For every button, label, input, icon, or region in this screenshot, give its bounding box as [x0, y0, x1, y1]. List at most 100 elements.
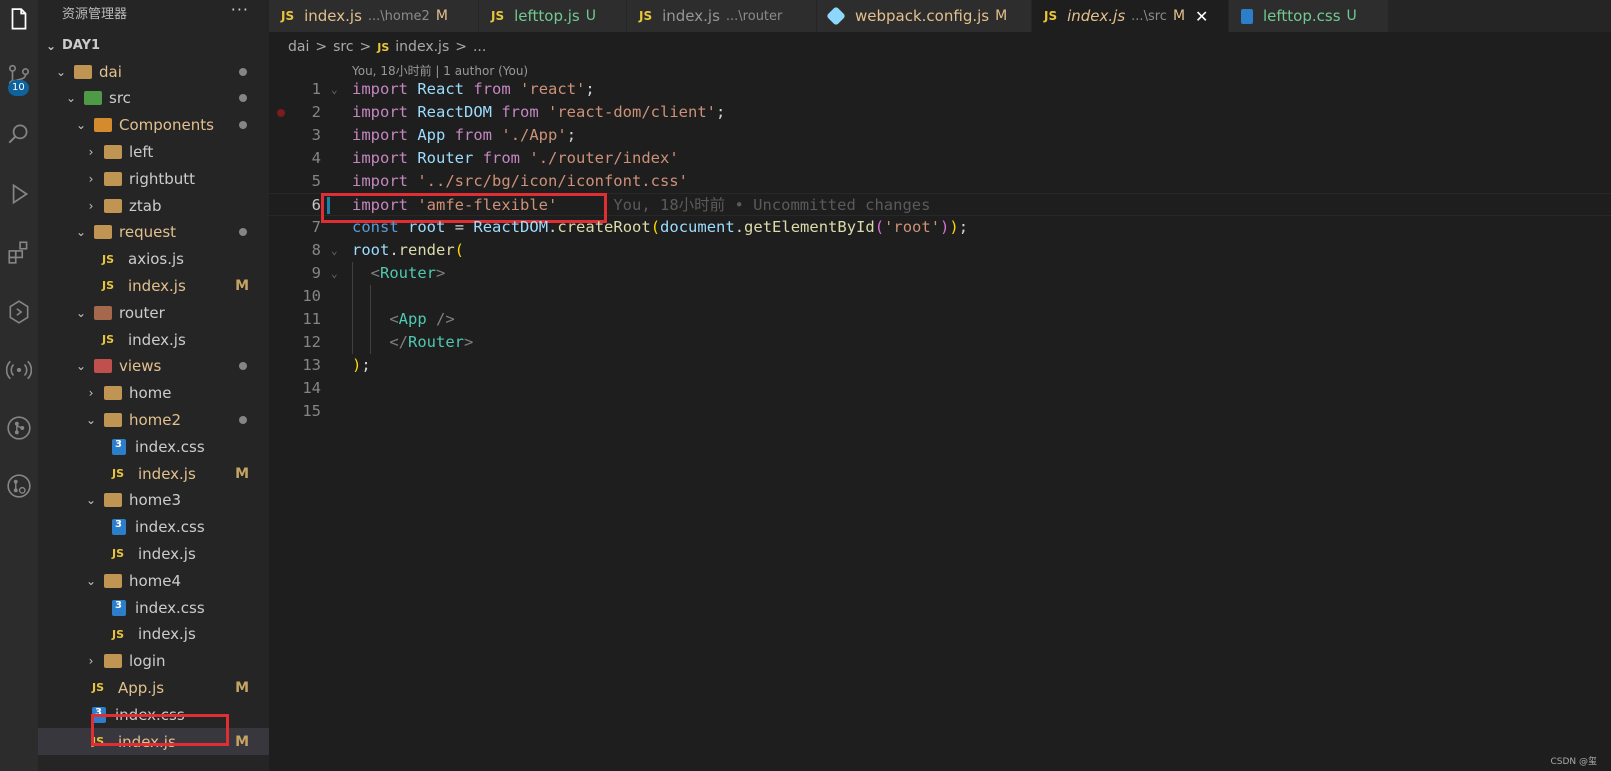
js-file-icon: JS [112, 467, 125, 480]
folder-item[interactable]: ⌄ home4 [38, 567, 269, 594]
workspace-root[interactable]: ⌄ DAY1 [38, 32, 269, 59]
fold-chevron-icon[interactable]: ⌄ [331, 262, 338, 285]
tree-item-label: index.css [135, 518, 205, 537]
gitlens-icon[interactable] [0, 466, 38, 506]
editor-tab[interactable]: lefttop.css U [1229, 0, 1389, 32]
editor-tab[interactable]: JS index.js ...\home2 M [269, 0, 479, 32]
breadcrumb-src[interactable]: src [333, 39, 353, 55]
folder-item[interactable]: › left [38, 138, 269, 165]
folder-item[interactable]: ⌄ router [38, 299, 269, 326]
tree-item-label: login [129, 652, 166, 671]
tab-label: index.js [662, 7, 720, 25]
file-item[interactable]: JS index.js [38, 621, 269, 648]
fold-chevron-icon[interactable]: ⌄ [331, 78, 338, 101]
folder-item[interactable]: › login [38, 648, 269, 675]
close-icon[interactable]: ✕ [1195, 7, 1208, 26]
tree-item-label: index.js [138, 464, 196, 483]
breadcrumb-sep: > [455, 39, 467, 55]
chevron-down-icon: ⌄ [75, 359, 87, 374]
js-file-icon: JS [112, 547, 125, 561]
chevron-down-icon: ⌄ [85, 493, 97, 508]
css-file-icon [112, 599, 126, 616]
modified-dot-icon [239, 67, 247, 76]
line-number: 12 [302, 333, 321, 351]
git-status-badge: M [235, 277, 249, 294]
editor-tab[interactable]: JS index.js ...\src M ✕ [1032, 0, 1229, 32]
modified-dot-icon [239, 121, 247, 130]
fold-chevron-icon[interactable]: ⌄ [331, 239, 338, 262]
run-debug-icon[interactable] [0, 174, 38, 214]
breadcrumb-sep: > [315, 39, 328, 55]
tab-label: webpack.config.js [855, 7, 990, 25]
explorer-icon[interactable] [0, 0, 38, 40]
folder-icon [104, 654, 122, 669]
file-item[interactable]: JS axios.js [38, 246, 269, 273]
file-item[interactable]: JS App.js M [38, 674, 269, 701]
breadcrumb-dai[interactable]: dai [288, 39, 309, 55]
editor-tab[interactable]: JS index.js ...\router [627, 0, 817, 32]
breakpoint-icon[interactable] [277, 109, 285, 117]
chevron-down-icon: ⌄ [65, 91, 77, 106]
tree-item-label: ztab [129, 196, 162, 215]
chevron-down-icon: ⌄ [85, 573, 97, 588]
folder-item[interactable]: ⌄ views [38, 353, 269, 380]
folder-item[interactable]: ⌄ src [38, 85, 269, 112]
git-status-badge: M [235, 733, 249, 750]
folder-item[interactable]: › home [38, 380, 269, 407]
git-graph-icon[interactable] [0, 408, 38, 448]
file-item[interactable]: index.css [38, 433, 269, 460]
modified-dot-icon [239, 228, 247, 237]
editor-tab[interactable]: webpack.config.js M [817, 0, 1032, 32]
search-icon[interactable] [0, 114, 38, 154]
remote-explorer-icon[interactable] [0, 292, 38, 332]
line-number: 5 [311, 172, 321, 190]
breadcrumb-file[interactable]: index.js [395, 39, 449, 55]
folder-item[interactable]: ⌄ dai [38, 58, 269, 85]
line-number: 9 [311, 264, 321, 282]
file-item[interactable]: JS index.js [38, 326, 269, 353]
code-line: 2 import ReactDOM from 'react-dom/client… [269, 101, 1611, 124]
breadcrumb: dai > src > JS index.js > ... [288, 36, 486, 58]
file-item[interactable]: JS index.js M [38, 460, 269, 487]
code-line: 10 [269, 285, 1611, 308]
code-editor[interactable]: You, 18小时前 | 1 author (You) 1 ⌄ import R… [269, 60, 1611, 771]
file-item[interactable]: index.css [38, 594, 269, 621]
git-status-badge: M [435, 8, 448, 24]
js-file-icon: JS [102, 333, 115, 346]
folder-icon [94, 359, 112, 374]
tree-item-label: request [119, 223, 177, 242]
folder-item[interactable]: ⌄ request [38, 219, 269, 246]
chevron-right-icon: › [88, 171, 94, 186]
js-file-icon: JS [639, 9, 653, 23]
file-item[interactable]: JS index.js M [38, 272, 269, 299]
tree-item-label: Components [119, 116, 214, 135]
tree-item-label: rightbutt [129, 169, 196, 188]
tab-label: index.js [1067, 7, 1126, 25]
codelens-authors[interactable]: You, 18小时前 | 1 author (You) [352, 62, 528, 79]
folder-item[interactable]: › ztab [38, 192, 269, 219]
git-status-badge: M [995, 8, 1008, 24]
code-line: 5 import '../src/bg/icon/iconfont.css' [269, 170, 1611, 193]
folder-item[interactable]: ⌄ Components [38, 112, 269, 139]
folder-item[interactable]: ⌄ home2 [38, 406, 269, 433]
broadcast-icon[interactable] [0, 350, 38, 390]
tree-item-label: home3 [129, 491, 182, 510]
inline-blame: You, 18小时前 • Uncommitted changes [613, 196, 931, 214]
css-file-icon [112, 519, 126, 536]
editor-tabs: JS index.js ...\home2 M JS lefttop.js U JS index… [269, 0, 1611, 32]
folder-item[interactable]: ⌄ home3 [38, 487, 269, 514]
editor-tab[interactable]: JS lefttop.js U [479, 0, 627, 32]
more-actions-icon[interactable]: ··· [231, 0, 249, 19]
file-item[interactable]: index.css [38, 514, 269, 541]
extensions-icon[interactable] [0, 232, 38, 272]
tab-description: ...\router [725, 8, 783, 24]
folder-item[interactable]: › rightbutt [38, 165, 269, 192]
breadcrumb-symbols[interactable]: ... [473, 39, 486, 55]
code-line: 9 ⌄ <Router> [269, 262, 1611, 285]
tree-item-label: src [109, 89, 131, 108]
code-line: 12 </Router> [269, 331, 1611, 354]
modified-dot-icon [239, 94, 247, 103]
tree-item-label: index.css [135, 598, 205, 617]
git-status-badge: M [1172, 8, 1186, 24]
file-item[interactable]: JS index.js [38, 540, 269, 567]
